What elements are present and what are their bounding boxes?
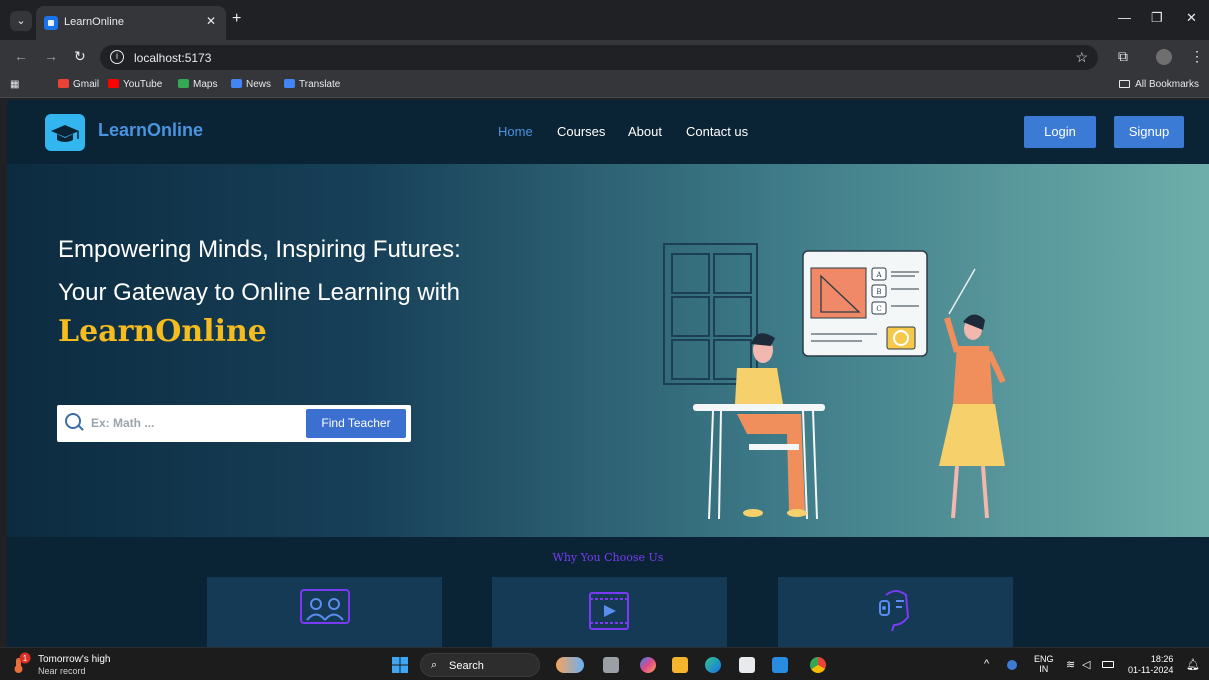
weather-subtitle[interactable]: Near record xyxy=(38,666,86,676)
tray-app-icon[interactable] xyxy=(1007,660,1017,670)
extensions-icon[interactable]: ⧉ xyxy=(1118,48,1128,65)
bookmarks-bar: ▦ Gmail YouTube Maps News Translate All … xyxy=(0,74,1209,98)
reload-icon[interactable]: ↻ xyxy=(74,48,86,65)
site-brand[interactable]: LearnOnline xyxy=(98,120,203,141)
signup-button[interactable]: Signup xyxy=(1114,116,1184,148)
battery-icon[interactable] xyxy=(1102,661,1114,668)
bookmark-youtube[interactable]: YouTube xyxy=(108,79,162,90)
bookmark-gmail[interactable]: Gmail xyxy=(58,79,99,90)
search-icon xyxy=(65,413,81,429)
window-illustration xyxy=(663,243,758,385)
nav-about[interactable]: About xyxy=(628,124,662,139)
wifi-icon[interactable]: ≋ xyxy=(1066,658,1075,671)
hero-brand: LearnOnline xyxy=(58,314,267,349)
student-figure-illustration xyxy=(735,333,807,517)
language-indicator[interactable]: ENG IN xyxy=(1034,654,1054,674)
feature-card xyxy=(778,577,1013,647)
feature-card xyxy=(492,577,727,647)
copilot-icon[interactable] xyxy=(640,657,656,673)
widgets-icon[interactable] xyxy=(556,657,584,673)
volume-icon[interactable]: ◁ xyxy=(1082,658,1090,671)
browser-tab[interactable]: LearnOnline ✕ xyxy=(36,6,226,40)
hero-section: Empowering Minds, Inspiring Futures: You… xyxy=(7,164,1209,537)
bookmark-maps[interactable]: Maps xyxy=(178,79,217,90)
tab-favicon-icon xyxy=(44,16,58,30)
weather-headline[interactable]: Tomorrow's high xyxy=(38,654,111,665)
tab-search-button[interactable]: ⌄ xyxy=(10,11,32,31)
vscode-icon[interactable] xyxy=(772,657,788,673)
site-info-icon[interactable]: i xyxy=(110,50,124,64)
clock-date: 01-11-2024 xyxy=(1128,665,1174,675)
all-bookmarks[interactable]: All Bookmarks xyxy=(1119,79,1199,90)
bookmark-translate[interactable]: Translate xyxy=(284,79,340,90)
profile-avatar[interactable] xyxy=(1156,49,1172,65)
youtube-icon xyxy=(108,79,119,88)
menu-icon[interactable]: ⋮ xyxy=(1190,48,1204,65)
region-code: IN xyxy=(1039,664,1049,674)
tab-close-icon[interactable]: ✕ xyxy=(206,14,216,28)
chrome-icon[interactable] xyxy=(810,657,826,673)
address-url[interactable]: localhost:5173 xyxy=(134,51,211,65)
online-class-icon xyxy=(300,589,350,624)
clock-time: 18:26 xyxy=(1150,654,1174,664)
board-option-a: A xyxy=(875,271,882,279)
back-icon[interactable]: ← xyxy=(14,48,28,64)
why-choose-title: Why You Choose Us xyxy=(552,551,664,564)
folder-icon xyxy=(1119,80,1131,88)
why-choose-section: Why You Choose Us xyxy=(7,537,1209,647)
logo-graduation-cap-icon[interactable] xyxy=(45,114,85,151)
browser-toolbar: ← → ↻ i localhost:5173 ☆ ⧉ ⋮ xyxy=(0,40,1209,74)
browser-tab-bar: ⌄ LearnOnline ✕ + — ❐ ✕ xyxy=(0,0,1209,40)
video-player-icon xyxy=(589,592,629,630)
forward-icon[interactable]: → xyxy=(44,48,58,64)
address-bar[interactable]: i localhost:5173 ☆ xyxy=(100,45,1098,70)
windows-start-icon[interactable] xyxy=(392,657,408,673)
language-code: ENG xyxy=(1034,654,1054,664)
maps-icon xyxy=(178,79,189,88)
taskbar-search-icon: ⌕ xyxy=(431,659,438,671)
find-teacher-button[interactable]: Find Teacher xyxy=(306,409,406,438)
bookmark-star-icon[interactable]: ☆ xyxy=(1075,49,1088,66)
site-navbar: LearnOnline Home Courses About Contact u… xyxy=(7,100,1209,164)
file-explorer-icon[interactable] xyxy=(672,657,688,673)
weather-badge-count: 1 xyxy=(23,654,28,663)
headset-support-icon xyxy=(879,590,910,632)
teacher-student-illustration: A B C xyxy=(663,243,1006,520)
close-window-icon[interactable]: ✕ xyxy=(1186,10,1197,26)
teacher-search-bar: Find Teacher xyxy=(57,405,411,442)
tab-title: LearnOnline xyxy=(64,16,124,28)
taskbar-search-label: Search xyxy=(449,660,484,672)
edge-icon[interactable] xyxy=(705,657,721,673)
web-page: LearnOnline Home Courses About Contact u… xyxy=(7,100,1209,647)
new-tab-button[interactable]: + xyxy=(232,10,241,28)
minimize-icon[interactable]: — xyxy=(1118,10,1131,25)
translate-icon xyxy=(284,79,295,88)
nav-courses[interactable]: Courses xyxy=(557,124,605,139)
nav-contact[interactable]: Contact us xyxy=(686,124,748,139)
apps-grid-icon[interactable]: ▦ xyxy=(10,79,19,90)
hero-headline-line1: Empowering Minds, Inspiring Futures: xyxy=(58,236,461,263)
gmail-icon xyxy=(58,79,69,88)
board-option-b: B xyxy=(876,288,881,296)
store-icon[interactable] xyxy=(739,657,755,673)
bookmark-news[interactable]: News xyxy=(231,79,271,90)
teacher-search-input[interactable] xyxy=(91,413,301,433)
login-button[interactable]: Login xyxy=(1024,116,1096,148)
windows-taskbar: 1 Tomorrow's high Near record ⌕ Search ^… xyxy=(0,647,1209,680)
notification-bell-icon[interactable]: 🔔︎ xyxy=(1186,658,1200,671)
feature-card xyxy=(207,577,442,647)
tray-overflow-icon[interactable]: ^ xyxy=(984,658,989,670)
news-icon xyxy=(231,79,242,88)
whiteboard-illustration: A B C xyxy=(802,250,928,357)
taskbar-search-box[interactable]: ⌕ Search xyxy=(420,653,540,677)
restore-icon[interactable]: ❐ xyxy=(1151,10,1163,26)
board-option-c: C xyxy=(876,305,881,313)
weather-thermometer-icon[interactable]: 1 xyxy=(12,652,32,674)
system-clock[interactable]: 18:26 01-11-2024 xyxy=(1128,654,1173,676)
hero-headline-line2: Your Gateway to Online Learning with xyxy=(58,279,461,306)
teacher-figure-illustration xyxy=(939,314,1006,519)
task-view-icon[interactable] xyxy=(603,657,619,673)
nav-home[interactable]: Home xyxy=(498,124,533,139)
